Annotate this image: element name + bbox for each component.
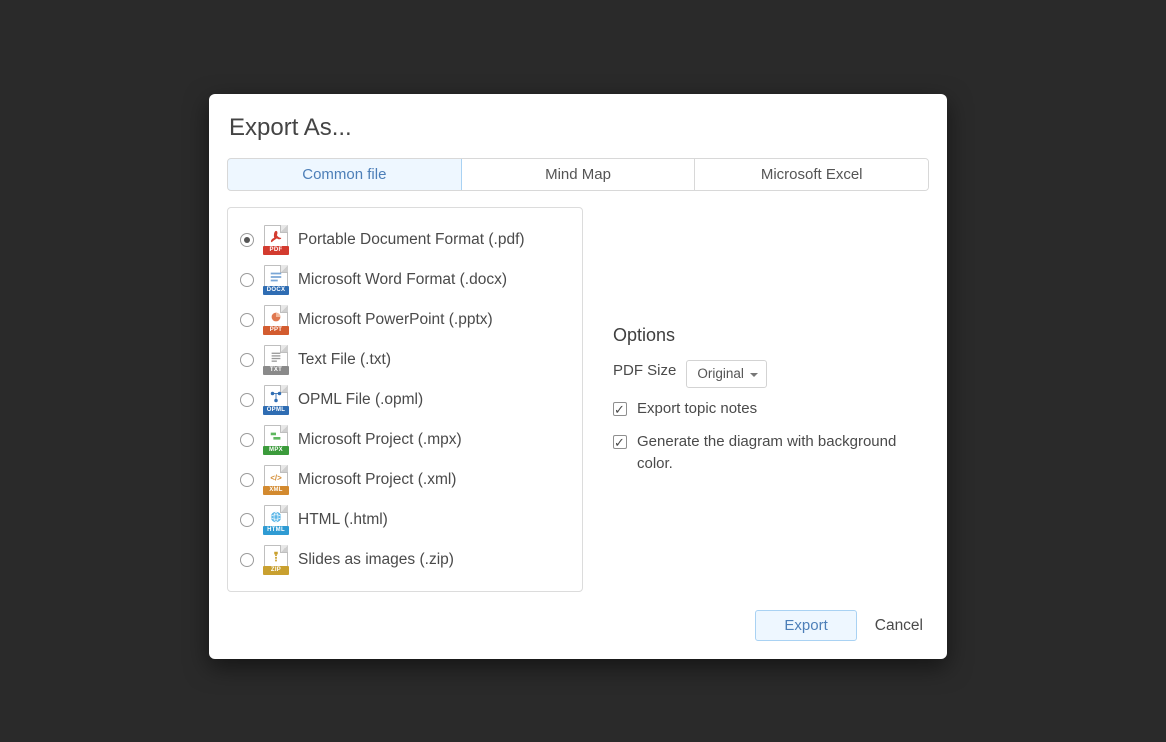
format-label: HTML (.html) [298,511,388,529]
zip-icon: ZIP [264,545,288,575]
format-row-xml[interactable]: </>XML Microsoft Project (.xml) [240,460,574,500]
format-radio[interactable] [240,313,254,327]
format-row-txt[interactable]: TXT Text File (.txt) [240,340,574,380]
tab-microsoft-excel[interactable]: Microsoft Excel [694,159,928,190]
txt-icon: TXT [264,345,288,375]
format-label: Slides as images (.zip) [298,551,454,569]
pdf-size-dropdown[interactable]: Original [686,360,767,388]
format-radio[interactable] [240,513,254,527]
opml-icon: OPML [264,385,288,415]
tab-common-file[interactable]: Common file [227,158,462,191]
format-label: Microsoft Project (.mpx) [298,431,462,449]
format-label: Portable Document Format (.pdf) [298,231,525,249]
svg-text:</>: </> [270,474,282,483]
mpx-icon: MPX [264,425,288,455]
xml-icon: </>XML [264,465,288,495]
options-panel: Options PDF Size Original Export topic n… [613,207,929,592]
pptx-icon: PPT [264,305,288,335]
format-radio[interactable] [240,393,254,407]
dialog-footer: Export Cancel [227,610,929,641]
pdf-icon: PDF [264,225,288,255]
format-row-opml[interactable]: OPML OPML File (.opml) [240,380,574,420]
bg-color-checkbox[interactable] [613,435,627,449]
format-label: Microsoft Word Format (.docx) [298,271,507,289]
format-row-pdf[interactable]: PDF Portable Document Format (.pdf) [240,220,574,260]
format-radio[interactable] [240,273,254,287]
pdf-size-row: PDF Size Original [613,360,911,388]
bg-color-label: Generate the diagram with background col… [637,431,911,476]
docx-icon: DOCX [264,265,288,295]
format-row-mpx[interactable]: MPX Microsoft Project (.mpx) [240,420,574,460]
pdf-size-label: PDF Size [613,360,676,383]
format-label: OPML File (.opml) [298,391,423,409]
format-radio[interactable] [240,433,254,447]
bg-color-row[interactable]: Generate the diagram with background col… [613,431,911,476]
format-list[interactable]: PDF Portable Document Format (.pdf) DOCX Mi… [227,207,583,592]
format-radio[interactable] [240,233,254,247]
format-label: Microsoft PowerPoint (.pptx) [298,311,493,329]
format-label: Text File (.txt) [298,351,391,369]
export-notes-label: Export topic notes [637,398,757,421]
export-notes-checkbox[interactable] [613,402,627,416]
html-icon: HTML [264,505,288,535]
format-row-docx[interactable]: DOCX Microsoft Word Format (.docx) [240,260,574,300]
format-radio[interactable] [240,353,254,367]
export-notes-row[interactable]: Export topic notes [613,398,911,421]
tab-bar: Common fileMind MapMicrosoft Excel [227,158,929,191]
export-dialog: Export As... Common fileMind MapMicrosof… [209,94,947,659]
format-radio[interactable] [240,553,254,567]
format-label: Microsoft Project (.xml) [298,471,456,489]
format-radio[interactable] [240,473,254,487]
export-button[interactable]: Export [755,610,856,641]
format-row-ppt[interactable]: PPT Microsoft PowerPoint (.pptx) [240,300,574,340]
format-row-html[interactable]: HTML HTML (.html) [240,500,574,540]
cancel-button[interactable]: Cancel [875,617,923,635]
dialog-body: PDF Portable Document Format (.pdf) DOCX Mi… [227,207,929,592]
format-row-zip[interactable]: ZIP Slides as images (.zip) [240,540,574,580]
dialog-title: Export As... [229,114,929,142]
options-heading: Options [613,325,911,346]
tab-mind-map[interactable]: Mind Map [461,159,695,190]
